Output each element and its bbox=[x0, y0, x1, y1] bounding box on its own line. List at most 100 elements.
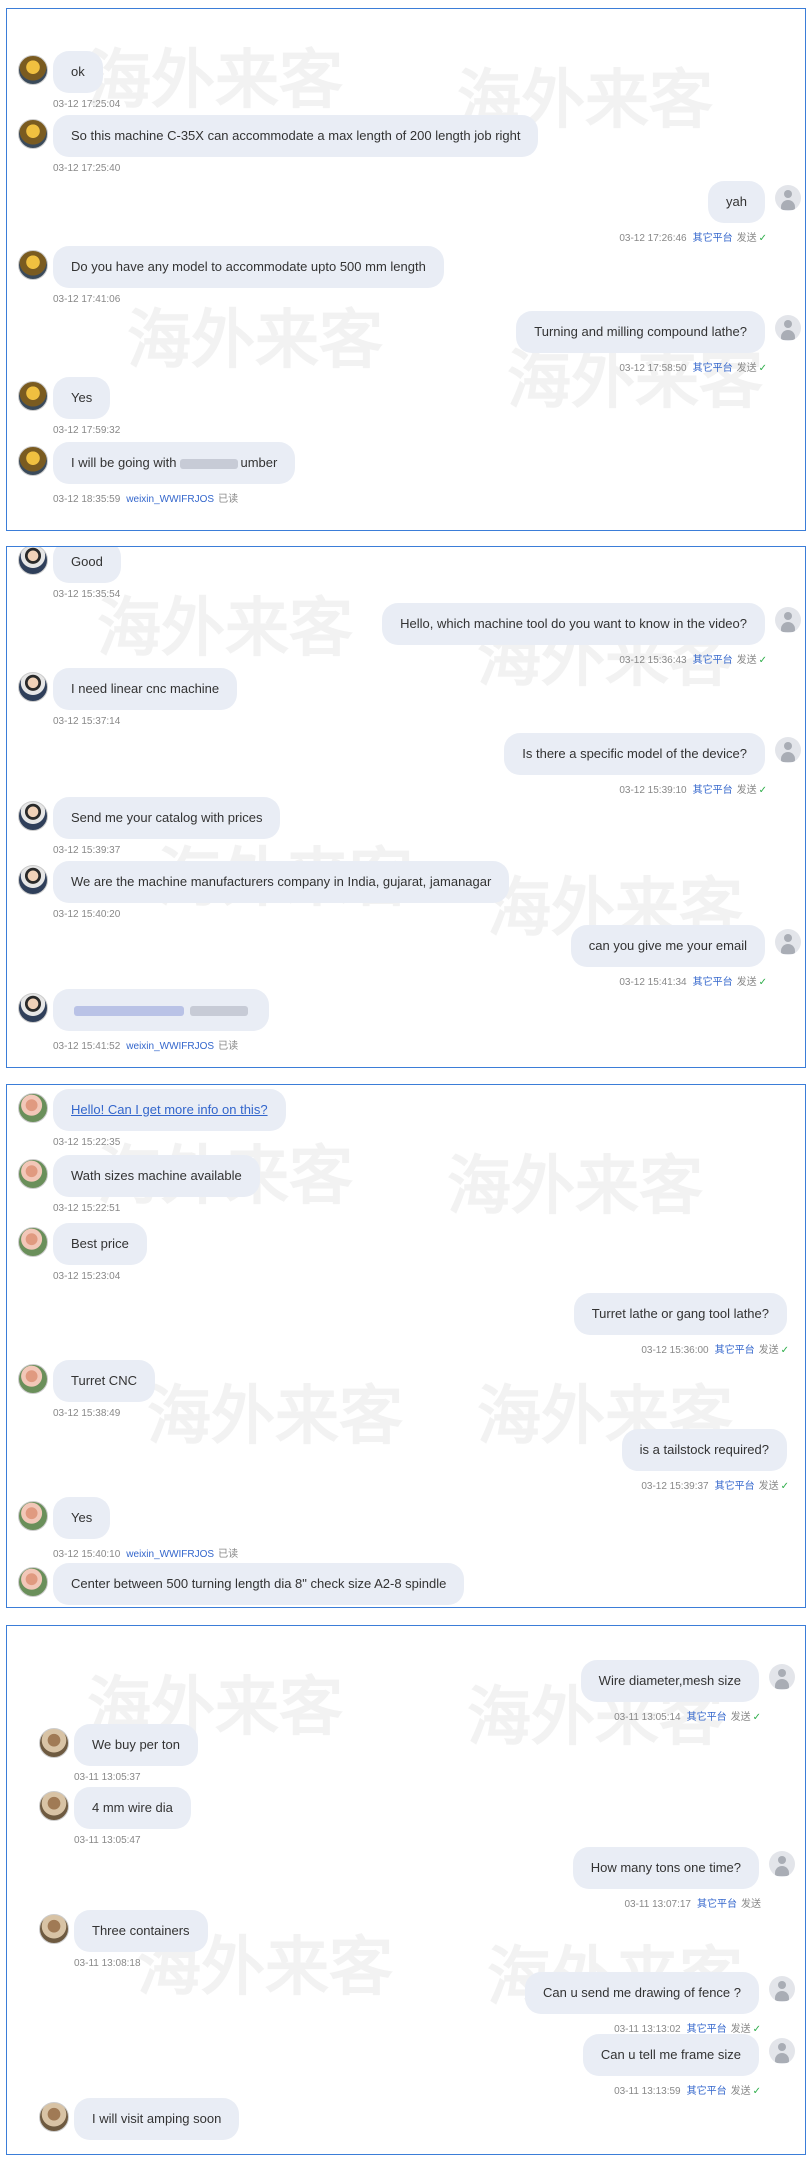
platform-link[interactable]: 其它平台 bbox=[687, 2086, 727, 2097]
avatar bbox=[39, 2102, 69, 2132]
message-meta: 03-12 15:41:52 weixin_WWIFRJOS 已读 bbox=[53, 1037, 238, 1052]
timestamp: 03-12 15:40:10 bbox=[53, 1549, 121, 1560]
timestamp: 03-12 15:22:51 bbox=[53, 1203, 121, 1214]
avatar bbox=[18, 993, 48, 1023]
timestamp: 03-12 17:41:06 bbox=[53, 294, 121, 305]
status-text: 发送 bbox=[736, 785, 757, 796]
status-text: 发送 bbox=[758, 1345, 779, 1356]
message-left: ok 03-12 17:25:04 bbox=[7, 51, 805, 111]
check-icon: ✓ bbox=[780, 1345, 789, 1356]
user-avatar-icon bbox=[769, 2038, 795, 2064]
message-left: We buy per ton 03-11 13:05:37 bbox=[7, 1724, 805, 1784]
timestamp: 03-12 17:58:50 bbox=[619, 363, 687, 374]
message-left: 4 mm wire dia 03-11 13:05:47 bbox=[7, 1787, 805, 1847]
redacted-email bbox=[190, 1005, 248, 1016]
timestamp: 03-11 13:05:37 bbox=[74, 1772, 141, 1783]
avatar bbox=[18, 865, 48, 895]
message-bubble: Yes bbox=[53, 377, 111, 419]
message-left: Best price 03-12 15:23:04 bbox=[7, 1223, 805, 1283]
message-left: So this machine C-35X can accommodate a … bbox=[7, 115, 805, 175]
message-left: Do you have any model to accommodate upt… bbox=[7, 246, 805, 306]
message-bubble: How many tons one time? bbox=[572, 1847, 759, 1889]
avatar bbox=[39, 1791, 69, 1821]
user-avatar-icon bbox=[769, 1664, 795, 1690]
read-status: 已读 bbox=[218, 1041, 239, 1052]
message-text: I will be going with bbox=[71, 455, 177, 470]
status-text: 发送 bbox=[730, 1712, 751, 1723]
message-left: Yes 03-12 17:59:32 bbox=[7, 377, 805, 437]
avatar bbox=[18, 1501, 48, 1531]
message-bubble: Can u send me drawing of fence ? bbox=[524, 1972, 759, 2014]
read-status: 已读 bbox=[218, 1549, 239, 1560]
message-meta: 03-12 15:39:10 其它平台 发送 ✓ bbox=[619, 781, 767, 796]
timestamp: 03-11 13:05:47 bbox=[74, 1835, 141, 1846]
message-link[interactable]: Hello! Can I get more info on this? bbox=[53, 1089, 286, 1131]
message-bubble: Turning and milling compound lathe? bbox=[516, 311, 765, 353]
message-bubble: Turret lathe or gang tool lathe? bbox=[573, 1293, 787, 1335]
email-link[interactable] bbox=[53, 989, 269, 1031]
user-id-link[interactable]: weixin_WWIFRJOS bbox=[126, 1549, 214, 1560]
message-bubble: So this machine C-35X can accommodate a … bbox=[53, 115, 539, 157]
message-left: Wath sizes machine available 03-12 15:22… bbox=[7, 1155, 805, 1215]
avatar bbox=[18, 1159, 48, 1189]
message-meta: 03-12 15:37:14 bbox=[53, 716, 120, 727]
platform-link[interactable]: 其它平台 bbox=[693, 655, 733, 666]
message-right: Is there a specific model of the device?… bbox=[7, 733, 805, 796]
message-meta: 03-12 17:25:40 bbox=[53, 163, 120, 174]
timestamp: 03-12 15:35:54 bbox=[53, 589, 121, 600]
platform-link[interactable]: 其它平台 bbox=[693, 785, 733, 796]
message-left: We are the machine manufacturers company… bbox=[7, 861, 805, 921]
redacted-text bbox=[179, 458, 238, 469]
message-bubble: ok bbox=[53, 51, 103, 93]
message-right: yah 03-12 17:26:46 其它平台 发送 ✓ bbox=[7, 181, 805, 244]
user-id-link[interactable]: weixin_WWIFRJOS bbox=[126, 494, 214, 505]
message-meta: 03-11 13:07:17 其它平台 发送 bbox=[624, 1895, 761, 1910]
message-meta: 03-12 15:23:04 bbox=[53, 1271, 120, 1282]
chat-panel-2: 海外来客 海外来客 海外来客 海外来客 Good 03-12 15:35:54 … bbox=[6, 546, 806, 1068]
status-text: 发送 bbox=[730, 2086, 751, 2097]
message-bubble: I will be going with umber bbox=[53, 442, 296, 484]
timestamp: 03-12 15:38:49 bbox=[53, 1408, 121, 1419]
message-left: Center between 500 turning length dia 8"… bbox=[7, 1563, 805, 1607]
avatar bbox=[18, 250, 48, 280]
timestamp: 03-11 13:08:18 bbox=[74, 1958, 141, 1969]
message-bubble: Best price bbox=[53, 1223, 147, 1265]
avatar bbox=[18, 1364, 48, 1394]
platform-link[interactable]: 其它平台 bbox=[693, 363, 733, 374]
message-meta: 03-11 13:05:47 bbox=[74, 1835, 141, 1846]
timestamp: 03-12 15:36:43 bbox=[619, 655, 687, 666]
avatar bbox=[18, 672, 48, 702]
message-right: How many tons one time? 03-11 13:07:17 其它… bbox=[7, 1847, 805, 1910]
platform-link[interactable]: 其它平台 bbox=[687, 1712, 727, 1723]
platform-link[interactable]: 其它平台 bbox=[693, 977, 733, 988]
message-meta: 03-12 18:35:59 weixin_WWIFRJOS 已读 bbox=[53, 490, 238, 505]
message-meta: 03-12 15:35:54 bbox=[53, 589, 120, 600]
message-bubble: 4 mm wire dia bbox=[74, 1787, 191, 1829]
timestamp: 03-12 15:22:35 bbox=[53, 1137, 121, 1148]
message-right: is a tailstock required? 03-12 15:39:37 其… bbox=[7, 1429, 805, 1492]
status-text: 发送 bbox=[758, 1481, 779, 1492]
message-meta: 03-11 13:08:18 bbox=[74, 1958, 141, 1969]
status-text: 发送 bbox=[736, 655, 757, 666]
message-bubble: can you give me your email bbox=[570, 925, 765, 967]
timestamp: 03-11 13:07:17 bbox=[624, 1899, 691, 1910]
platform-link[interactable]: 其它平台 bbox=[693, 233, 733, 244]
timestamp: 03-12 15:39:10 bbox=[619, 785, 687, 796]
platform-link[interactable]: 其它平台 bbox=[715, 1345, 755, 1356]
avatar bbox=[18, 1567, 48, 1597]
message-meta: 03-12 15:22:35 bbox=[53, 1137, 120, 1148]
platform-link[interactable]: 其它平台 bbox=[715, 1481, 755, 1492]
message-bubble: Yes bbox=[53, 1497, 111, 1539]
timestamp: 03-12 18:35:59 bbox=[53, 494, 121, 505]
timestamp: 03-12 15:41:52 bbox=[53, 1041, 121, 1052]
message-meta: 03-12 15:22:51 bbox=[53, 1203, 120, 1214]
message-bubble: We are the machine manufacturers company… bbox=[53, 861, 510, 903]
user-id-link[interactable]: weixin_WWIFRJOS bbox=[126, 1041, 214, 1052]
check-icon: ✓ bbox=[758, 785, 767, 796]
message-bubble: We buy per ton bbox=[74, 1724, 198, 1766]
timestamp: 03-12 17:26:46 bbox=[619, 233, 687, 244]
platform-link[interactable]: 其它平台 bbox=[697, 1899, 737, 1910]
user-avatar-icon bbox=[775, 607, 801, 633]
message-meta: 03-12 15:38:49 bbox=[53, 1408, 120, 1419]
avatar bbox=[39, 1914, 69, 1944]
